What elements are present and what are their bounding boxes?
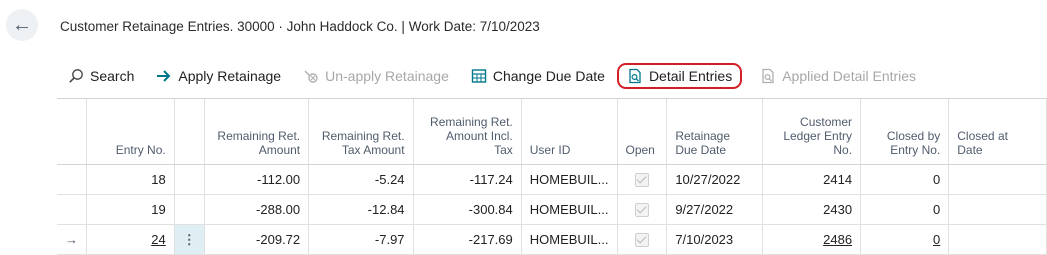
- customer-ledger-entry-no-cell[interactable]: 2486: [762, 224, 862, 255]
- row-menu-cell[interactable]: [174, 194, 205, 225]
- column-header-remaining-ret-tax-amount[interactable]: Remaining Ret. Tax Amount: [308, 99, 414, 165]
- open-checkbox: [634, 203, 649, 218]
- retainage-due-date-cell: 9/27/2022: [666, 194, 763, 225]
- search-icon: [69, 69, 83, 83]
- column-header-open[interactable]: Open: [617, 99, 668, 165]
- search-button[interactable]: Search: [68, 68, 134, 84]
- applied-detail-entries-button[interactable]: Applied Detail Entries: [760, 68, 916, 84]
- closed-at-date-cell: [948, 164, 1047, 195]
- closed-by-entry-no-link[interactable]: 0: [933, 232, 940, 247]
- column-header-retainage-due-date[interactable]: Retainage Due Date: [666, 99, 763, 165]
- arrow-left-icon: ←: [12, 14, 32, 36]
- detail-entries-label: Detail Entries: [648, 68, 733, 84]
- page-title: Customer Retainage Entries. 30000 · John…: [60, 19, 540, 34]
- detail-entries-button[interactable]: Detail Entries: [616, 63, 743, 89]
- remaining-ret-amount-cell: -288.00: [204, 194, 310, 225]
- row-menu-cell[interactable]: [174, 164, 205, 195]
- retainage-due-date-cell: 10/27/2022: [666, 164, 763, 195]
- open-checkbox: [634, 173, 649, 188]
- closed-by-entry-no-cell[interactable]: 0: [860, 194, 950, 225]
- back-button[interactable]: ←: [6, 9, 38, 41]
- more-options-icon: ⋮: [182, 231, 196, 247]
- column-header-user-id[interactable]: User ID: [521, 99, 618, 165]
- action-bar: Search Apply Retainage Un-apply Retainag…: [68, 61, 938, 91]
- entry-no-cell[interactable]: 24: [86, 224, 175, 255]
- remaining-ret-amount-incl-tax-cell: -217.69: [413, 224, 522, 255]
- row-indicator: [57, 194, 87, 225]
- closed-at-date-cell: [948, 224, 1047, 255]
- remaining-ret-amount-cell: -112.00: [204, 164, 310, 195]
- closed-by-entry-no-cell[interactable]: 0: [860, 164, 950, 195]
- entry-no-cell[interactable]: 18: [86, 164, 175, 195]
- remaining-ret-tax-amount-cell: -7.97: [308, 224, 414, 255]
- customer-ledger-entry-no-cell[interactable]: 2430: [762, 194, 862, 225]
- table-row[interactable]: 18 -112.00 -5.24 -117.24 HOMEBUIL... 10/…: [57, 164, 1047, 195]
- user-id-cell: HOMEBUIL...: [521, 224, 618, 255]
- customer-ledger-entry-no-cell[interactable]: 2414: [762, 164, 862, 195]
- entry-no-cell[interactable]: 19: [86, 194, 175, 225]
- row-indicator: [57, 164, 87, 195]
- open-checkbox: [634, 233, 649, 248]
- header-row: Entry No. Remaining Ret. Amount Remaining…: [57, 99, 1047, 165]
- table-row-selected[interactable]: → 24 ⋮ -209.72 -7.97 -217.69 HOMEBUIL...…: [57, 224, 1047, 255]
- unapply-retainage-label: Un-apply Retainage: [325, 68, 449, 84]
- row-menu-button[interactable]: ⋮: [174, 224, 205, 255]
- closed-by-entry-no-cell[interactable]: 0: [860, 224, 950, 255]
- remaining-ret-tax-amount-cell: -5.24: [308, 164, 414, 195]
- apply-retainage-button[interactable]: Apply Retainage: [156, 68, 281, 84]
- entry-no-link[interactable]: 24: [151, 232, 165, 247]
- column-header-closed-at-date[interactable]: Closed at Date: [948, 99, 1047, 165]
- column-header-closed-by-entry-no[interactable]: Closed by Entry No.: [860, 99, 950, 165]
- arrow-right-icon: [157, 70, 171, 82]
- document-search-icon: [629, 68, 641, 84]
- search-label: Search: [90, 68, 135, 84]
- remaining-ret-amount-cell: -209.72: [204, 224, 310, 255]
- apply-retainage-label: Apply Retainage: [178, 68, 282, 84]
- retainage-entries-grid: Entry No. Remaining Ret. Amount Remaining…: [57, 98, 1047, 255]
- retainage-due-date-cell: 7/10/2023: [666, 224, 763, 255]
- column-header-customer-ledger-entry-no[interactable]: Customer Ledger Entry No.: [762, 99, 862, 165]
- calendar-grid-icon: [471, 69, 487, 83]
- document-search-icon: [762, 68, 774, 84]
- remaining-ret-amount-incl-tax-cell: -300.84: [413, 194, 522, 225]
- indicator-column-header: [57, 99, 87, 165]
- unapply-retainage-button[interactable]: Un-apply Retainage: [303, 68, 449, 84]
- column-header-remaining-ret-amount-incl-tax[interactable]: Remaining Ret. Amount Incl. Tax: [413, 99, 522, 165]
- change-due-date-label: Change Due Date: [492, 68, 605, 84]
- menu-column-header: [174, 99, 205, 165]
- open-checkbox-cell: [617, 164, 668, 195]
- open-checkbox-cell: [617, 224, 668, 255]
- open-checkbox-cell: [617, 194, 668, 225]
- customer-ledger-entry-no-link[interactable]: 2486: [823, 232, 852, 247]
- change-due-date-button[interactable]: Change Due Date: [471, 68, 605, 84]
- remaining-ret-amount-incl-tax-cell: -117.24: [413, 164, 522, 195]
- user-id-cell: HOMEBUIL...: [521, 194, 618, 225]
- column-header-remaining-ret-amount[interactable]: Remaining Ret. Amount: [204, 99, 310, 165]
- row-indicator-arrow: →: [57, 224, 87, 255]
- applied-detail-entries-label: Applied Detail Entries: [782, 68, 917, 84]
- closed-at-date-cell: [948, 194, 1047, 225]
- unapply-icon: [304, 70, 318, 83]
- user-id-cell: HOMEBUIL...: [521, 164, 618, 195]
- column-header-entry-no[interactable]: Entry No.: [86, 99, 175, 165]
- remaining-ret-tax-amount-cell: -12.84: [308, 194, 414, 225]
- table-row[interactable]: 19 -288.00 -12.84 -300.84 HOMEBUIL... 9/…: [57, 194, 1047, 225]
